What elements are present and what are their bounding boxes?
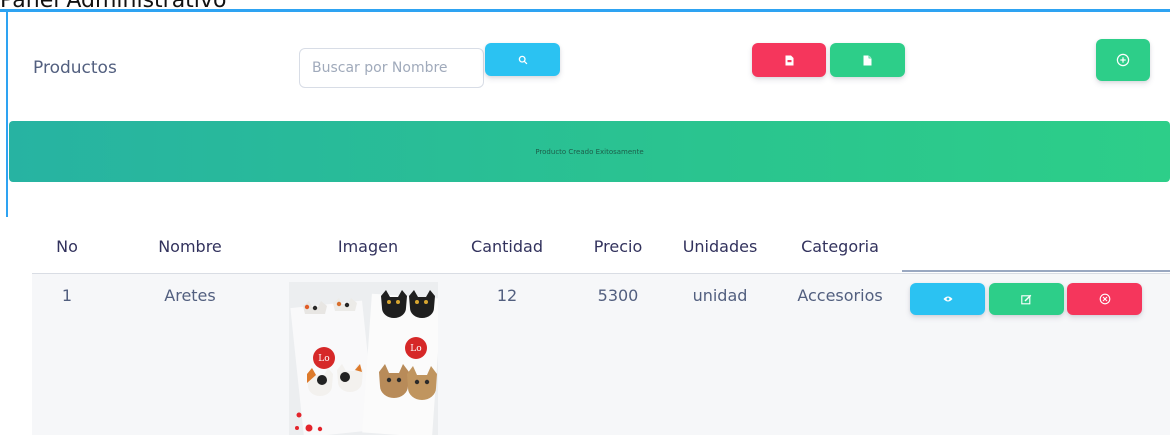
excel-file-icon [863,55,872,66]
export-excel-button[interactable] [830,43,905,77]
column-header-no: No [56,237,78,256]
column-header-unidades: Unidades [682,237,758,256]
top-divider [0,9,1170,12]
search-input[interactable] [299,48,484,88]
cell-no: 1 [61,286,73,305]
actions-column-divider [902,270,1170,272]
cell-precio: 5300 [597,286,639,305]
delete-icon [1099,293,1111,305]
cell-nombre: Aretes [164,286,216,305]
section-title: Productos [33,58,117,78]
success-alert: Producto Creado Exitosamente [9,121,1170,182]
edit-icon [1021,294,1032,305]
export-pdf-button[interactable] [752,43,826,77]
svg-text:Lo: Lo [410,344,421,354]
search-icon [518,55,528,65]
column-header-imagen: Imagen [337,237,399,256]
column-header-cantidad: Cantidad [471,237,543,256]
cell-unidades: unidad [692,286,748,305]
view-button[interactable] [910,283,985,315]
pdf-file-icon [785,55,794,66]
delete-button[interactable] [1067,283,1142,315]
cell-categoria: Accesorios [797,286,883,305]
view-icon [943,295,953,303]
left-divider [6,12,8,217]
alert-message: Producto Creado Exitosamente [535,147,644,156]
column-header-nombre: Nombre [158,237,222,256]
cell-cantidad: 12 [496,286,518,305]
add-circle-icon [1116,53,1130,67]
column-header-precio: Precio [593,237,643,256]
edit-button[interactable] [989,283,1064,315]
search-button[interactable] [485,43,560,76]
svg-text:Lo: Lo [318,354,329,364]
product-earrings-image: Lo Lo [289,282,438,435]
column-header-categoria: Categoria [801,237,879,256]
add-product-button[interactable] [1096,39,1150,81]
